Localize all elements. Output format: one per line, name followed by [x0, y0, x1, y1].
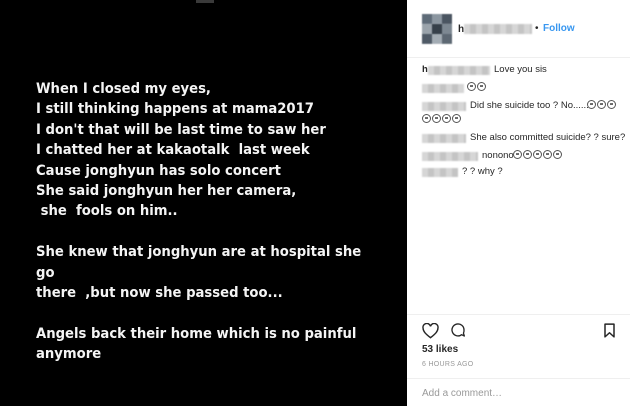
- heart-icon[interactable]: [422, 323, 439, 339]
- face-emoji-icon: [477, 82, 486, 91]
- comment-item: nonono: [422, 150, 622, 164]
- face-emoji-icon: [432, 114, 441, 123]
- face-emoji-icon: [467, 82, 476, 91]
- follow-button[interactable]: Follow: [543, 23, 575, 34]
- post-timestamp: 6 HOURS AGO: [422, 361, 474, 368]
- comment-username[interactable]: h: [422, 64, 428, 76]
- comment-text: ? ? why ?: [462, 166, 503, 177]
- comment-item: h Love you sis: [422, 64, 622, 78]
- emoji-row: [513, 150, 563, 162]
- face-emoji-icon: [442, 114, 451, 123]
- emoji-row: [422, 114, 462, 126]
- username-blurred: [464, 24, 532, 34]
- face-emoji-icon: [513, 150, 522, 159]
- emoji-row: [467, 82, 487, 94]
- add-comment-input[interactable]: [422, 386, 617, 400]
- separator-dot: •: [535, 23, 539, 34]
- post-header: h • Follow: [407, 0, 630, 58]
- comment-username-blurred: [422, 84, 464, 93]
- comment-item: ? ? why ?: [422, 166, 622, 180]
- post-side-panel: h • Follow h Love you sis Did she suicid…: [407, 0, 630, 406]
- comment-username-blurred: [428, 66, 490, 75]
- comment-username-blurred: [422, 152, 478, 161]
- comment-item: [422, 114, 622, 128]
- comment-icon[interactable]: [450, 322, 466, 338]
- comment-text: Love you sis: [494, 64, 547, 75]
- comment-item: [422, 82, 622, 96]
- likes-count[interactable]: 53 likes: [422, 344, 458, 355]
- face-emoji-icon: [452, 114, 461, 123]
- face-emoji-icon: [553, 150, 562, 159]
- face-emoji-icon: [422, 114, 431, 123]
- comment-username-blurred: [422, 102, 466, 111]
- photo-caption-text: When I closed my eyes, I still thinking …: [36, 81, 362, 363]
- comment-text: She also committed suicide? ? sure?: [470, 132, 626, 143]
- comments-list: h Love you sis Did she suicide too ? No.…: [422, 64, 626, 184]
- bookmark-icon[interactable]: [603, 323, 616, 338]
- face-emoji-icon: [533, 150, 542, 159]
- face-emoji-icon: [607, 100, 616, 109]
- comment-text: nonono: [482, 150, 514, 161]
- post-actions: [407, 314, 630, 344]
- face-emoji-icon: [597, 100, 606, 109]
- comment-text: Did she suicide too ? No......: [470, 100, 589, 111]
- face-emoji-icon: [587, 100, 596, 109]
- face-emoji-icon: [523, 150, 532, 159]
- photo-top-mark: [196, 0, 214, 3]
- comment-item: Did she suicide too ? No......: [422, 100, 622, 114]
- comment-username-blurred: [422, 134, 466, 143]
- comment-item: She also committed suicide? ? sure?: [422, 132, 626, 146]
- comment-username-blurred: [422, 168, 458, 177]
- face-emoji-icon: [543, 150, 552, 159]
- avatar[interactable]: [422, 14, 452, 44]
- post-photo: When I closed my eyes, I still thinking …: [0, 0, 407, 406]
- add-comment-bar: [407, 378, 630, 406]
- emoji-row: [587, 100, 617, 112]
